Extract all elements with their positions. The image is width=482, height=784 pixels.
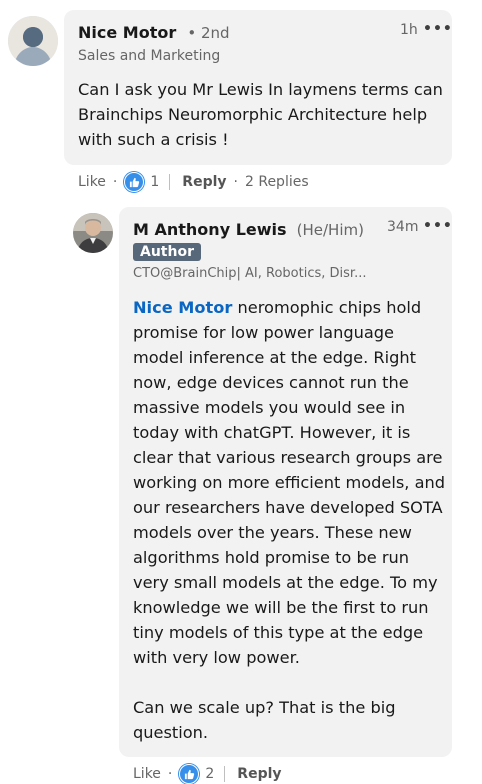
connection-degree: • 2nd	[187, 24, 230, 42]
reply-button[interactable]: Reply	[237, 766, 281, 782]
comment-bubble: Nice Motor • 2nd Sales and Marketing 1h …	[64, 10, 452, 165]
profile-photo-icon	[73, 213, 113, 253]
reply-text-body: neromophic chips hold promise for low po…	[133, 298, 446, 742]
like-button[interactable]: Like	[133, 766, 161, 782]
comment-author-name[interactable]: Nice Motor	[78, 23, 176, 42]
reply-bubble: M Anthony Lewis (He/Him) Author CTO@Brai…	[119, 207, 452, 757]
divider	[224, 766, 226, 782]
divider	[169, 174, 171, 190]
mention-link[interactable]: Nice Motor	[133, 298, 232, 317]
reply-timestamp: 34m	[387, 219, 419, 235]
reply-author-headline: CTO@BrainChip| AI, Robotics, Disr...	[133, 266, 367, 281]
comment-actions: Like · 1 Reply · 2 Replies	[78, 172, 309, 192]
reply-button[interactable]: Reply	[182, 174, 226, 190]
reply-author-name[interactable]: M Anthony Lewis	[133, 220, 287, 239]
default-person-icon	[8, 16, 58, 66]
like-reaction-icon[interactable]	[179, 764, 200, 784]
author-badge: Author	[133, 243, 201, 261]
avatar-anthony-lewis[interactable]	[73, 213, 113, 253]
like-count[interactable]: 2	[205, 766, 214, 782]
comment-text: Can I ask you Mr Lewis In laymens terms …	[78, 80, 443, 149]
comment-author-headline: Sales and Marketing	[78, 48, 221, 64]
more-options-icon[interactable]: •••	[423, 218, 453, 234]
reply-actions: Like · 2 Reply	[133, 764, 282, 784]
more-options-icon[interactable]: •••	[423, 21, 453, 37]
comment-timestamp: 1h	[400, 22, 418, 38]
author-pronouns: (He/Him)	[296, 221, 364, 239]
like-button[interactable]: Like	[78, 174, 106, 190]
replies-link[interactable]: 2 Replies	[245, 174, 309, 190]
like-reaction-icon[interactable]	[124, 172, 145, 192]
reply-text: Nice Motor neromophic chips hold promise…	[133, 295, 445, 745]
like-count[interactable]: 1	[150, 174, 159, 190]
avatar-nice-motor[interactable]	[8, 16, 58, 66]
